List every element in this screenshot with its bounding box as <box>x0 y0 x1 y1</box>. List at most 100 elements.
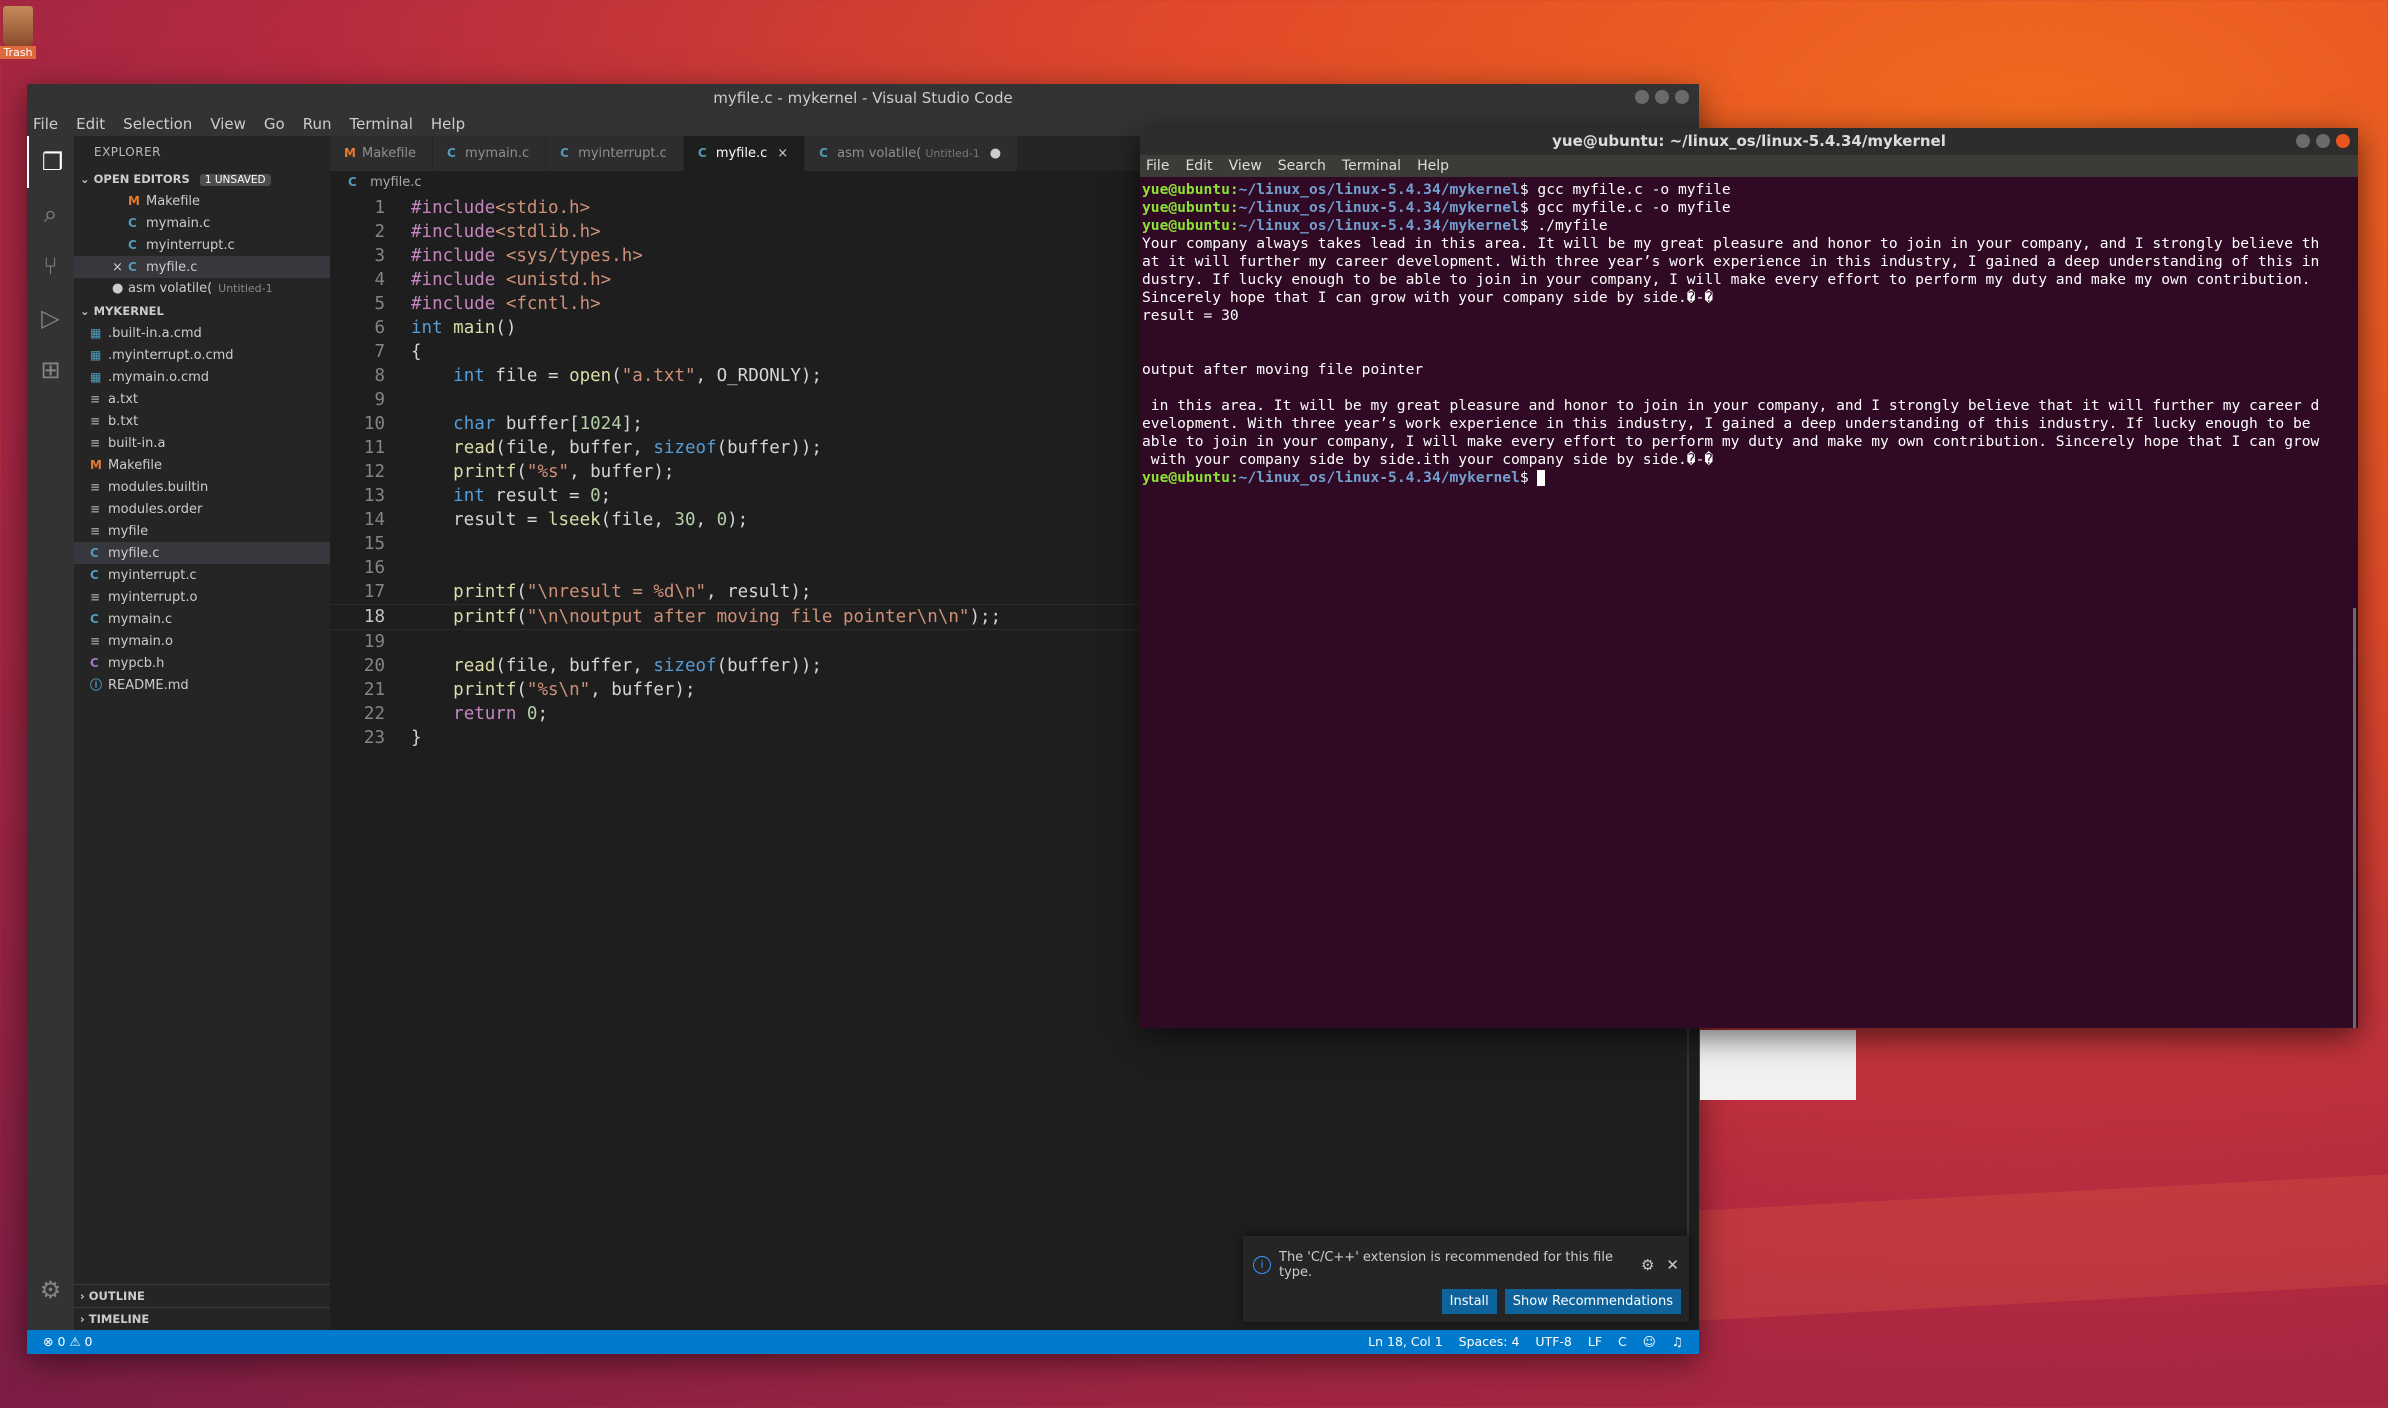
terminal-menu-file[interactable]: File <box>1146 155 1169 177</box>
file-tree-item[interactable]: ≡ myinterrupt.o <box>74 586 330 608</box>
folder-label: MYKERNEL <box>93 304 164 318</box>
file-tree-item[interactable]: ▦ .mymain.o.cmd <box>74 366 330 388</box>
menu-file[interactable]: File <box>33 112 58 136</box>
terminal-menu-help[interactable]: Help <box>1417 155 1449 177</box>
terminal-line: in this area. It will be my great pleasu… <box>1142 397 2356 415</box>
close-button[interactable] <box>2336 134 2350 148</box>
source-control-icon[interactable]: ⑂ <box>27 240 74 292</box>
file-tree-item[interactable]: ≡ built-in.a <box>74 432 330 454</box>
minimize-button[interactable] <box>1635 90 1649 104</box>
file-tree-item[interactable]: ≡ a.txt <box>74 388 330 410</box>
maximize-button[interactable] <box>1655 90 1669 104</box>
open-editor-name: mymain.c <box>146 216 211 231</box>
trash-label: Trash <box>0 46 36 59</box>
terminal-menu-view[interactable]: View <box>1229 155 1262 177</box>
file-name: built-in.a <box>108 436 166 451</box>
chevron-right-icon: › <box>80 1289 85 1303</box>
file-tree-item[interactable]: ≡ b.txt <box>74 410 330 432</box>
open-editor-name: Makefile <box>146 194 201 209</box>
open-editor-item[interactable]: Cmyinterrupt.c <box>74 234 330 256</box>
file-tree-item[interactable]: ▦ .myinterrupt.o.cmd <box>74 344 330 366</box>
output-text: with your company side by side.ith your … <box>1142 451 1714 468</box>
file-tree-item[interactable]: Cmypcb.h <box>74 652 330 674</box>
close-icon[interactable]: × <box>112 257 128 279</box>
outline-header[interactable]: › OUTLINE <box>74 1284 330 1307</box>
trash-desktop-icon[interactable]: Trash <box>0 0 36 72</box>
install-button[interactable]: Install <box>1441 1289 1497 1314</box>
show-recommendations-button[interactable]: Show Recommendations <box>1504 1289 1681 1314</box>
tab-myinterrupt-c[interactable]: Cmyinterrupt.c <box>546 136 684 171</box>
file-tree-item[interactable]: Cmyfile.c <box>74 542 330 564</box>
problems-indicator[interactable]: ⊗ 0 ⚠ 0 <box>43 1330 93 1354</box>
menu-selection[interactable]: Selection <box>123 112 192 136</box>
explorer-icon[interactable]: ❐ <box>27 136 76 188</box>
line-number: 8 <box>374 366 385 386</box>
minimize-button[interactable] <box>2296 134 2310 148</box>
maximize-button[interactable] <box>2316 134 2330 148</box>
tab-myfile-c[interactable]: Cmyfile.c × <box>683 136 806 171</box>
window-title: myfile.c - mykernel - Visual Studio Code <box>713 89 1013 107</box>
open-editors-header[interactable]: ⌄ OPEN EDITORS 1 UNSAVED <box>74 168 330 190</box>
close-icon[interactable]: ✕ <box>1666 1256 1679 1274</box>
extensions-icon[interactable]: ⊞ <box>27 344 74 396</box>
terminal-line: Your company always takes lead in this a… <box>1142 235 2356 253</box>
prompt-path: ~/linux_os/linux-5.4.34/mykernel <box>1238 181 1520 198</box>
file-tree-item[interactable]: ≡ mymain.o <box>74 630 330 652</box>
file-tree-item[interactable]: ▦ .built-in.a.cmd <box>74 322 330 344</box>
tab-mymain-c[interactable]: Cmymain.c <box>433 136 547 171</box>
code-token: "%s\n" <box>526 680 591 700</box>
unsaved-dot-icon[interactable]: ● <box>112 278 128 300</box>
text-file-icon: ≡ <box>90 634 101 648</box>
terminal-menu-terminal[interactable]: Terminal <box>1342 155 1401 177</box>
file-tree-item[interactable]: M Makefile <box>74 454 330 476</box>
open-editor-item[interactable]: Cmymain.c <box>74 212 330 234</box>
menu-help[interactable]: Help <box>431 112 465 136</box>
makefile-icon: M <box>90 458 102 472</box>
menu-terminal[interactable]: Terminal <box>350 112 413 136</box>
cursor-position[interactable]: Ln 18, Col 1 <box>1368 1330 1443 1354</box>
text-file-icon: ≡ <box>90 590 101 604</box>
timeline-header[interactable]: › TIMELINE <box>74 1307 330 1330</box>
tab-makefile[interactable]: M Makefile <box>330 136 434 171</box>
code-token: sizeof <box>653 438 717 458</box>
feedback-icon[interactable]: ☺ <box>1643 1330 1656 1354</box>
menu-edit[interactable]: Edit <box>76 112 105 136</box>
menu-run[interactable]: Run <box>303 112 332 136</box>
terminal-titlebar[interactable]: yue@ubuntu: ~/linux_os/linux-5.4.34/myke… <box>1140 128 2358 155</box>
c-file-icon: C <box>90 546 99 560</box>
unsaved-dot-icon[interactable]: ● <box>990 146 1001 161</box>
folder-header[interactable]: ⌄ MYKERNEL <box>74 300 330 322</box>
indentation[interactable]: Spaces: 4 <box>1459 1330 1520 1354</box>
menu-go[interactable]: Go <box>264 112 285 136</box>
tab-asm-volatile-[interactable]: Casm volatile(Untitled-1 ● <box>805 136 1019 171</box>
search-icon[interactable]: ⌕ <box>27 188 74 240</box>
bell-icon[interactable]: ♫ <box>1672 1330 1683 1354</box>
terminal-scrollbar[interactable] <box>2353 608 2356 1028</box>
close-icon[interactable]: × <box>777 146 788 161</box>
menu-view[interactable]: View <box>210 112 246 136</box>
close-button[interactable] <box>1675 90 1689 104</box>
language-mode[interactable]: C <box>1618 1330 1627 1354</box>
terminal-menu-search[interactable]: Search <box>1278 155 1326 177</box>
file-tree-item[interactable]: ≡ modules.builtin <box>74 476 330 498</box>
file-tree-item[interactable]: ≡ modules.order <box>74 498 330 520</box>
open-editor-item[interactable]: ● asm volatile(Untitled-1 <box>74 278 330 300</box>
file-tree-item[interactable]: Cmyinterrupt.c <box>74 564 330 586</box>
gear-icon[interactable]: ⚙ <box>27 1264 74 1316</box>
tab-label: myinterrupt.c <box>578 146 667 161</box>
vscode-titlebar[interactable]: myfile.c - mykernel - Visual Studio Code <box>27 84 1699 112</box>
terminal-output[interactable]: yue@ubuntu:~/linux_os/linux-5.4.34/myker… <box>1140 177 2358 491</box>
file-tree-item[interactable]: ⓘ README.md <box>74 674 330 696</box>
code-token: read <box>453 656 496 676</box>
terminal-menu-edit[interactable]: Edit <box>1185 155 1212 177</box>
file-tree-item[interactable]: ≡ myfile <box>74 520 330 542</box>
file-tree-item[interactable]: Cmymain.c <box>74 608 330 630</box>
prompt-path: ~/linux_os/linux-5.4.34/mykernel <box>1238 199 1520 216</box>
open-editor-item[interactable]: × Cmyfile.c <box>74 256 330 278</box>
run-debug-icon[interactable]: ▷ <box>27 292 74 344</box>
open-editor-item[interactable]: M Makefile <box>74 190 330 212</box>
line-ending[interactable]: LF <box>1588 1330 1602 1354</box>
encoding[interactable]: UTF-8 <box>1535 1330 1571 1354</box>
gear-icon[interactable]: ⚙ <box>1641 1256 1654 1274</box>
